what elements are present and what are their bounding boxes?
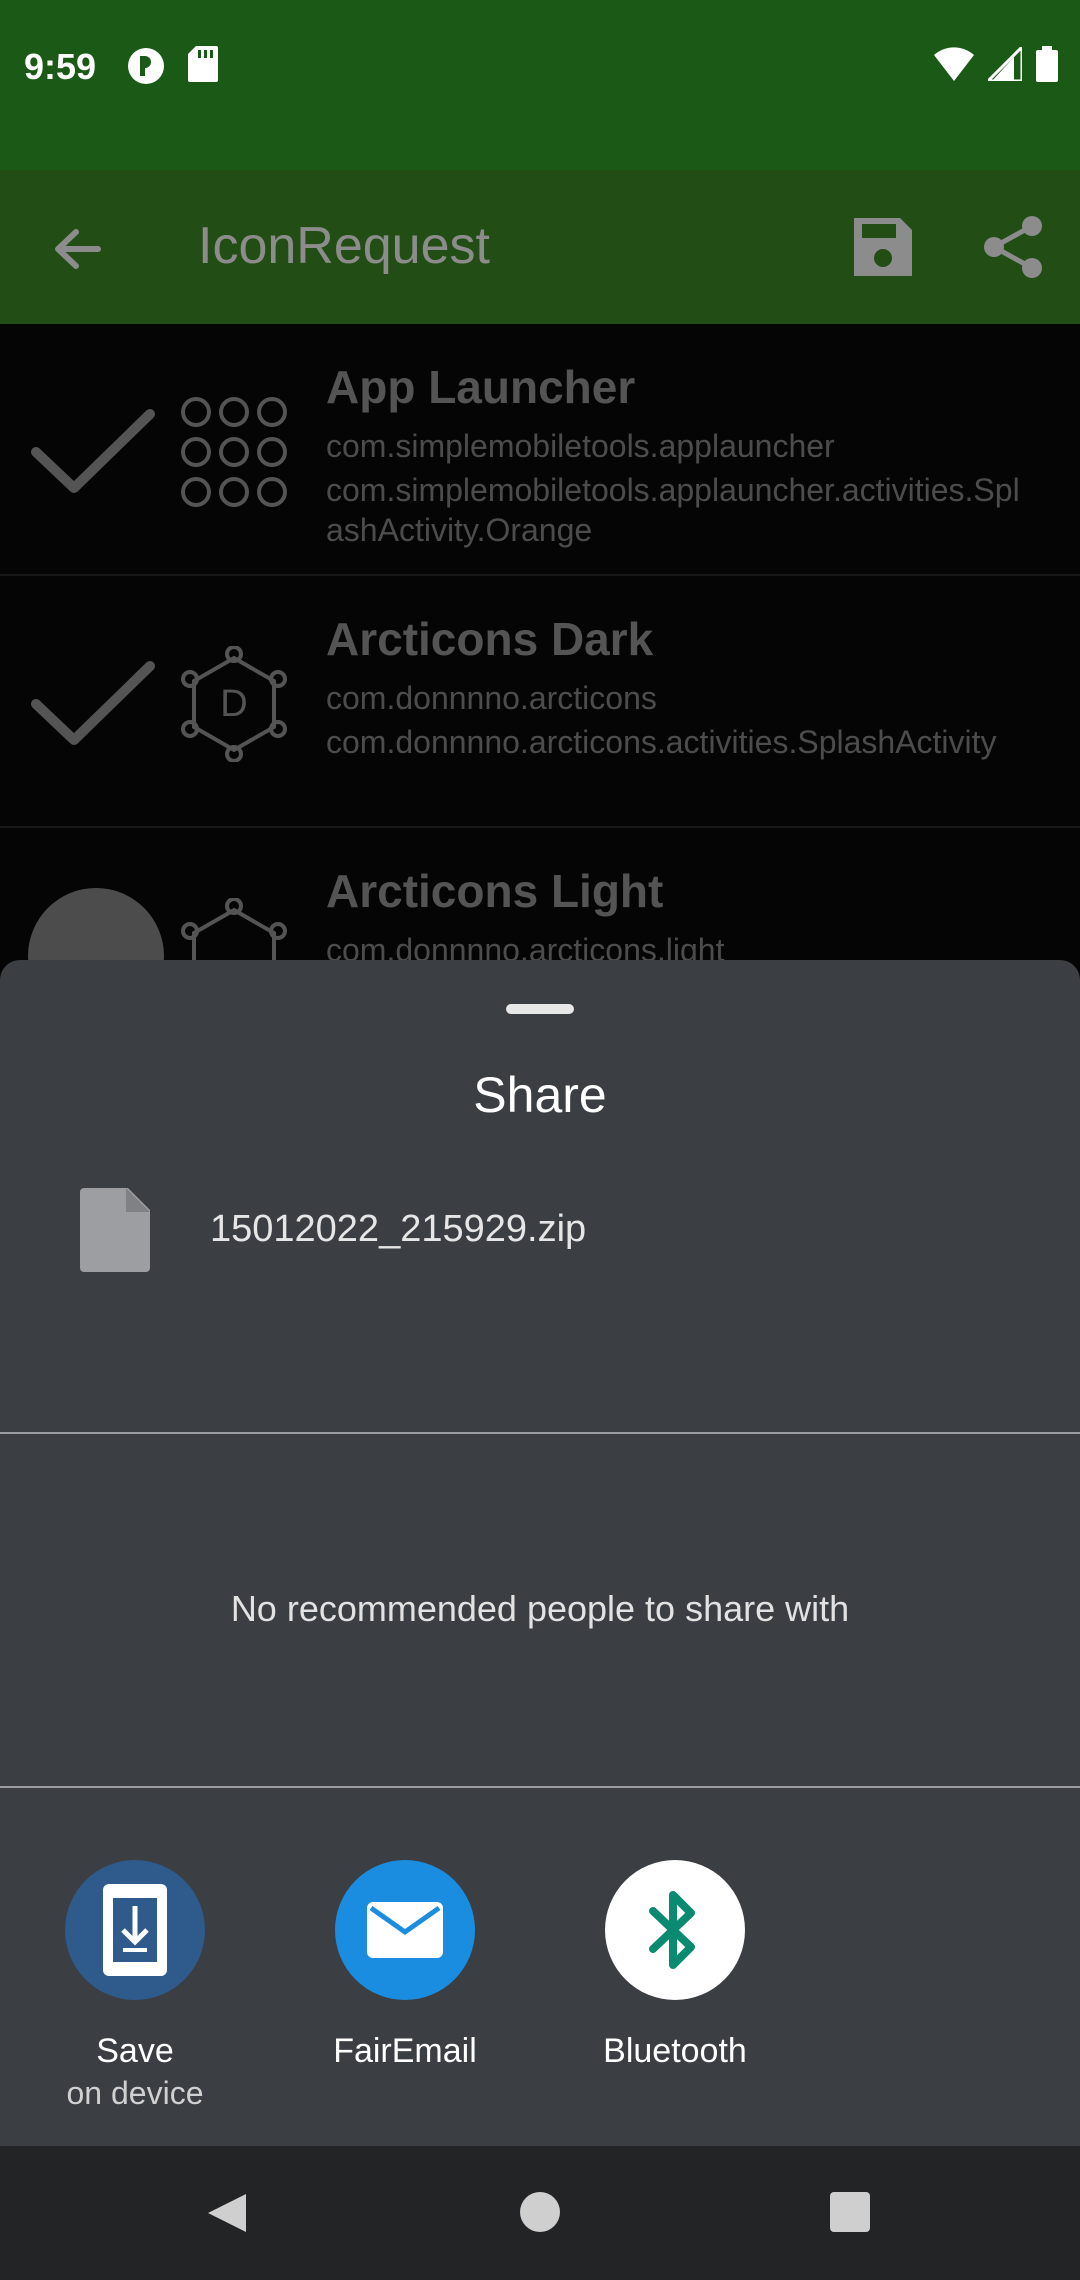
share-target-fairemail[interactable]: FairEmail: [270, 1860, 540, 2072]
no-recommended-people-text: No recommended people to share with: [230, 1588, 850, 1629]
wifi-icon: [934, 47, 974, 81]
nav-home-icon[interactable]: [520, 2192, 560, 2232]
bluetooth-icon: [605, 1860, 745, 2000]
nav-back-icon[interactable]: [204, 2190, 250, 2236]
divider: [0, 1786, 1080, 1788]
shared-file-name: 15012022_215929.zip: [210, 1208, 587, 1250]
save-to-device-icon: [65, 1860, 205, 2000]
file-icon: [80, 1188, 150, 1272]
share-sheet: Share 15012022_215929.zip No recommended…: [0, 960, 1080, 2146]
sheet-title: Share: [473, 1067, 607, 1123]
share-target-bluetooth[interactable]: Bluetooth: [540, 1860, 810, 2072]
share-targets: Save on device FairEmail Bluetooth: [0, 1860, 1080, 2120]
notification-app-icon: [128, 48, 164, 84]
share-target-save[interactable]: Save on device: [0, 1860, 270, 2114]
sd-card-icon: [188, 46, 218, 82]
target-sublabel: on device: [66, 2075, 204, 2111]
cell-signal-icon: [988, 47, 1022, 81]
target-label: Bluetooth: [603, 2032, 747, 2070]
drag-handle[interactable]: [506, 1004, 574, 1014]
battery-icon: [1036, 46, 1058, 82]
nav-recents-icon[interactable]: [830, 2192, 870, 2232]
target-label: FairEmail: [333, 2032, 477, 2070]
status-bar: 9:59: [0, 0, 1080, 170]
navigation-bar: [0, 2146, 1080, 2280]
divider: [0, 1432, 1080, 1434]
target-label: Save: [96, 2032, 174, 2070]
email-icon: [335, 1860, 475, 2000]
status-time: 9:59: [24, 46, 97, 87]
